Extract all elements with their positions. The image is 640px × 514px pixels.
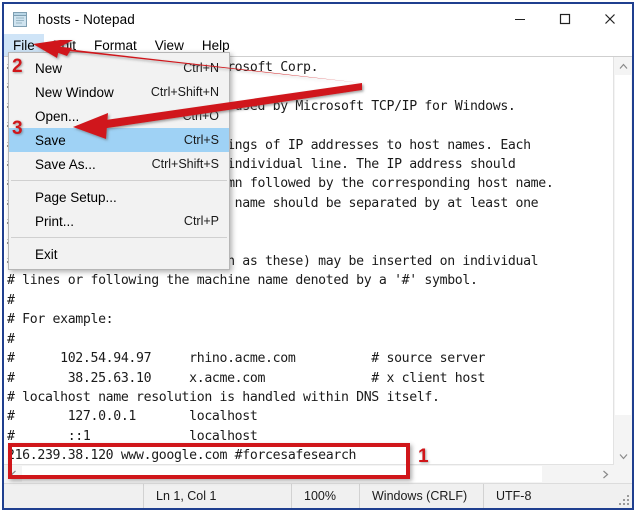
- minimize-button[interactable]: [497, 4, 542, 34]
- menu-item-new[interactable]: New Ctrl+N: [9, 56, 229, 80]
- resize-grip-icon[interactable]: [619, 495, 629, 505]
- menu-separator: [11, 237, 227, 238]
- menu-item-new-accel: Ctrl+N: [183, 61, 219, 75]
- menu-item-new-window[interactable]: New Window Ctrl+Shift+N: [9, 80, 229, 104]
- horizontal-scrollbar[interactable]: [4, 464, 614, 483]
- menu-item-page-setup[interactable]: Page Setup...: [9, 185, 229, 209]
- menu-item-save-as-label: Save As...: [35, 156, 96, 172]
- scrollbar-corner: [614, 465, 632, 483]
- menu-separator: [11, 180, 227, 181]
- text-line: # 38.25.63.10 x.acme.com # x client host: [7, 370, 486, 386]
- status-zoom[interactable]: 100%: [292, 484, 360, 508]
- horizontal-scrollbar-thumb[interactable]: [22, 466, 542, 482]
- menu-item-open-label: Open...: [35, 108, 80, 124]
- chevron-down-icon[interactable]: [614, 447, 632, 465]
- menu-item-save-accel: Ctrl+S: [183, 133, 219, 147]
- status-encoding[interactable]: UTF-8: [484, 484, 596, 508]
- menu-item-save-as-accel: Ctrl+Shift+S: [151, 157, 219, 171]
- menu-format-label: Format: [94, 37, 137, 53]
- chevron-left-icon[interactable]: [4, 465, 22, 483]
- menu-item-exit-label: Exit: [35, 246, 58, 262]
- menu-item-save[interactable]: Save Ctrl+S: [9, 128, 229, 152]
- menu-file-label: File: [13, 37, 35, 53]
- menu-item-new-window-label: New Window: [35, 84, 114, 100]
- menu-help-label: Help: [201, 37, 230, 53]
- notepad-icon: [12, 11, 29, 28]
- status-zoom-label: 100%: [304, 489, 336, 503]
- menu-item-new-window-accel: Ctrl+Shift+N: [150, 85, 219, 99]
- vertical-scrollbar[interactable]: [613, 57, 632, 465]
- menu-item-exit[interactable]: Exit: [9, 242, 229, 266]
- text-line: # localhost name resolution is handled w…: [7, 389, 440, 405]
- chevron-up-icon[interactable]: [614, 57, 632, 75]
- menu-item-print-label: Print...: [35, 213, 75, 229]
- text-line: #: [7, 331, 15, 347]
- status-bar: Ln 1, Col 1 100% Windows (CRLF) UTF-8: [4, 483, 632, 508]
- status-cursor-position[interactable]: Ln 1, Col 1: [144, 484, 292, 508]
- menu-item-print-accel: Ctrl+P: [183, 214, 219, 228]
- text-line: # lines or following the machine name de…: [7, 273, 478, 289]
- text-line-highlighted: 216.239.38.120 www.google.com #forcesafe…: [7, 448, 357, 464]
- text-line: # For example:: [7, 312, 114, 328]
- chevron-right-icon[interactable]: [596, 465, 614, 483]
- status-cursor-position-label: Ln 1, Col 1: [156, 489, 217, 503]
- text-line: # 102.54.94.97 rhino.acme.com # source s…: [7, 351, 486, 367]
- menu-item-save-as[interactable]: Save As... Ctrl+Shift+S: [9, 152, 229, 176]
- status-spacer: [4, 484, 144, 508]
- file-dropdown-menu: New Ctrl+N New Window Ctrl+Shift+N Open.…: [8, 52, 230, 270]
- menu-view-label: View: [154, 37, 184, 53]
- menu-item-save-label: Save: [35, 132, 66, 148]
- menu-item-print[interactable]: Print... Ctrl+P: [9, 209, 229, 233]
- status-line-ending[interactable]: Windows (CRLF): [360, 484, 484, 508]
- window-title: hosts - Notepad: [38, 11, 135, 27]
- vertical-scrollbar-thumb[interactable]: [615, 75, 631, 415]
- text-line: # 127.0.0.1 localhost: [7, 409, 258, 425]
- window-controls: [497, 4, 632, 34]
- close-button[interactable]: [587, 4, 632, 34]
- maximize-button[interactable]: [542, 4, 587, 34]
- text-line: # ::1 localhost: [7, 428, 258, 444]
- menu-item-page-setup-label: Page Setup...: [35, 189, 117, 205]
- title-bar: hosts - Notepad: [4, 4, 632, 34]
- menu-item-new-label: New: [35, 60, 63, 76]
- text-line: #: [7, 292, 15, 308]
- status-line-ending-label: Windows (CRLF): [372, 489, 468, 503]
- status-encoding-label: UTF-8: [496, 489, 532, 503]
- menu-edit-label: Edit: [52, 37, 77, 53]
- menu-item-open[interactable]: Open... Ctrl+O: [9, 104, 229, 128]
- menu-item-open-accel: Ctrl+O: [182, 109, 219, 123]
